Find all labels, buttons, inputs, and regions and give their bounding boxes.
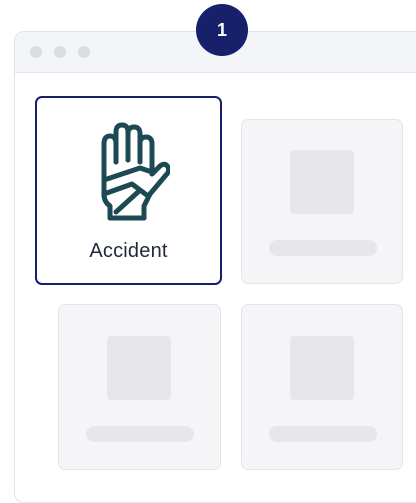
placeholder-text-bar bbox=[269, 426, 377, 442]
bandaged-hand-icon bbox=[101, 122, 170, 221]
placeholder-image bbox=[107, 336, 171, 400]
accident-option-card[interactable]: Accident bbox=[35, 96, 222, 285]
placeholder-image bbox=[290, 150, 354, 214]
window-control-dot bbox=[54, 46, 66, 58]
placeholder-option-card[interactable] bbox=[241, 119, 403, 284]
step-number: 1 bbox=[216, 19, 227, 40]
placeholder-option-card[interactable] bbox=[241, 304, 403, 470]
accident-option-label: Accident bbox=[89, 240, 168, 262]
placeholder-option-card[interactable] bbox=[58, 304, 221, 470]
step-number-badge: 1 bbox=[196, 4, 248, 56]
window-control-dot bbox=[78, 46, 90, 58]
placeholder-text-bar bbox=[86, 426, 194, 442]
placeholder-image bbox=[290, 336, 354, 400]
window-control-dot bbox=[30, 46, 42, 58]
placeholder-text-bar bbox=[269, 240, 377, 256]
